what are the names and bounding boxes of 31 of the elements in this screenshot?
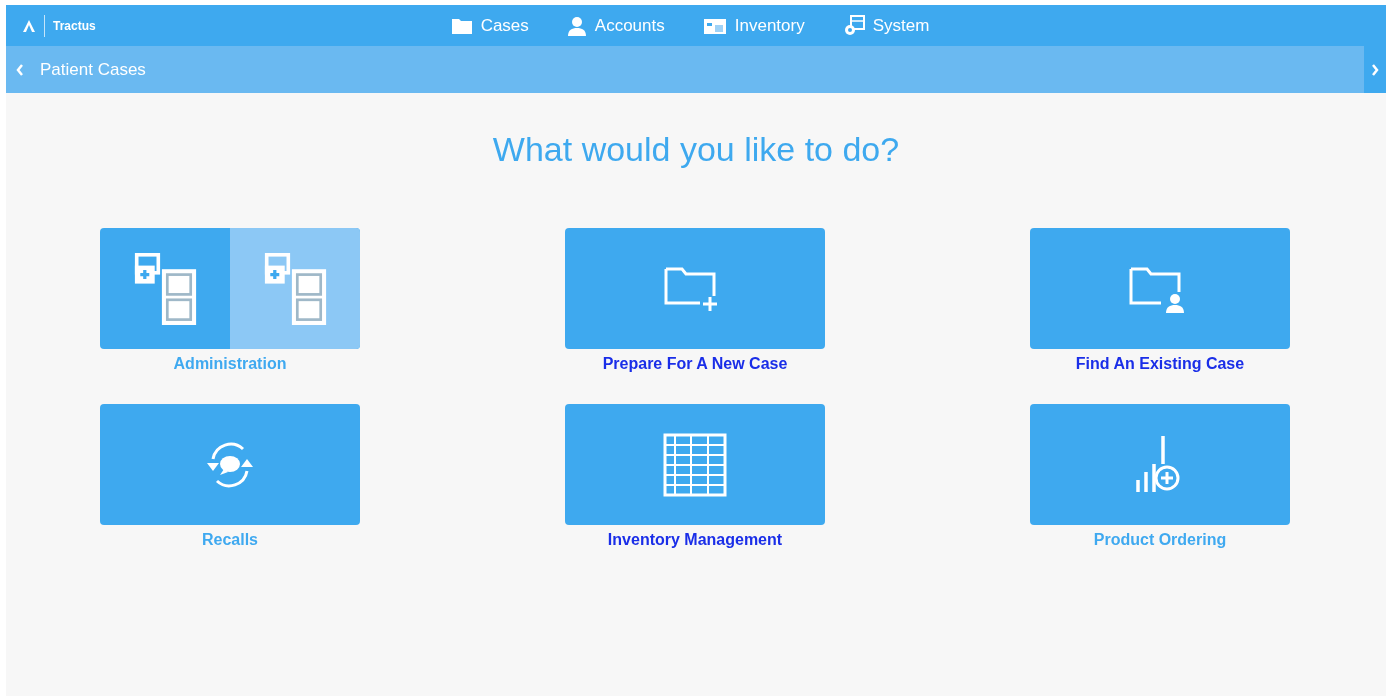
brand-name: Tractus <box>53 17 96 35</box>
action-tile[interactable]: Find An Existing Case <box>1030 228 1290 376</box>
tile-label: Find An Existing Case <box>1075 354 1245 374</box>
chevron-left-icon <box>16 63 24 76</box>
action-tile[interactable]: Prepare For A New Case <box>565 228 825 376</box>
back-button[interactable] <box>16 63 24 76</box>
logo-icon <box>22 18 36 33</box>
chevron-right-icon <box>1371 63 1379 76</box>
forward-button[interactable] <box>1364 46 1386 93</box>
computer-gear-icon <box>842 14 865 37</box>
action-tile[interactable]: Inventory Management <box>565 404 825 552</box>
folder-icon <box>450 16 473 35</box>
cabinet-icon <box>702 16 727 35</box>
page-heading: What would you like to do? <box>492 129 900 170</box>
nav-tab[interactable]: Inventory <box>702 12 805 39</box>
action-tile[interactable]: Administration <box>100 228 360 376</box>
tile-label: Inventory Management <box>607 530 783 550</box>
nav-tab[interactable]: Cases <box>450 12 529 39</box>
tile-label: Recalls <box>201 530 258 550</box>
cabinet-icon <box>263 252 327 325</box>
breadcrumb-title: Patient Cases <box>40 58 146 81</box>
person-icon <box>566 15 587 36</box>
cabinet-icon <box>133 252 197 325</box>
tile-label: Administration <box>173 354 287 374</box>
tile-label: Product Ordering <box>1093 530 1227 550</box>
tile-label: Prepare For A New Case <box>602 354 788 374</box>
table-icon <box>663 432 727 497</box>
action-tile[interactable]: Product Ordering <box>1030 404 1290 552</box>
action-tile[interactable]: Recalls <box>100 404 360 552</box>
nav-tab[interactable]: System <box>842 12 930 39</box>
nav-tab[interactable]: Accounts <box>566 12 665 39</box>
